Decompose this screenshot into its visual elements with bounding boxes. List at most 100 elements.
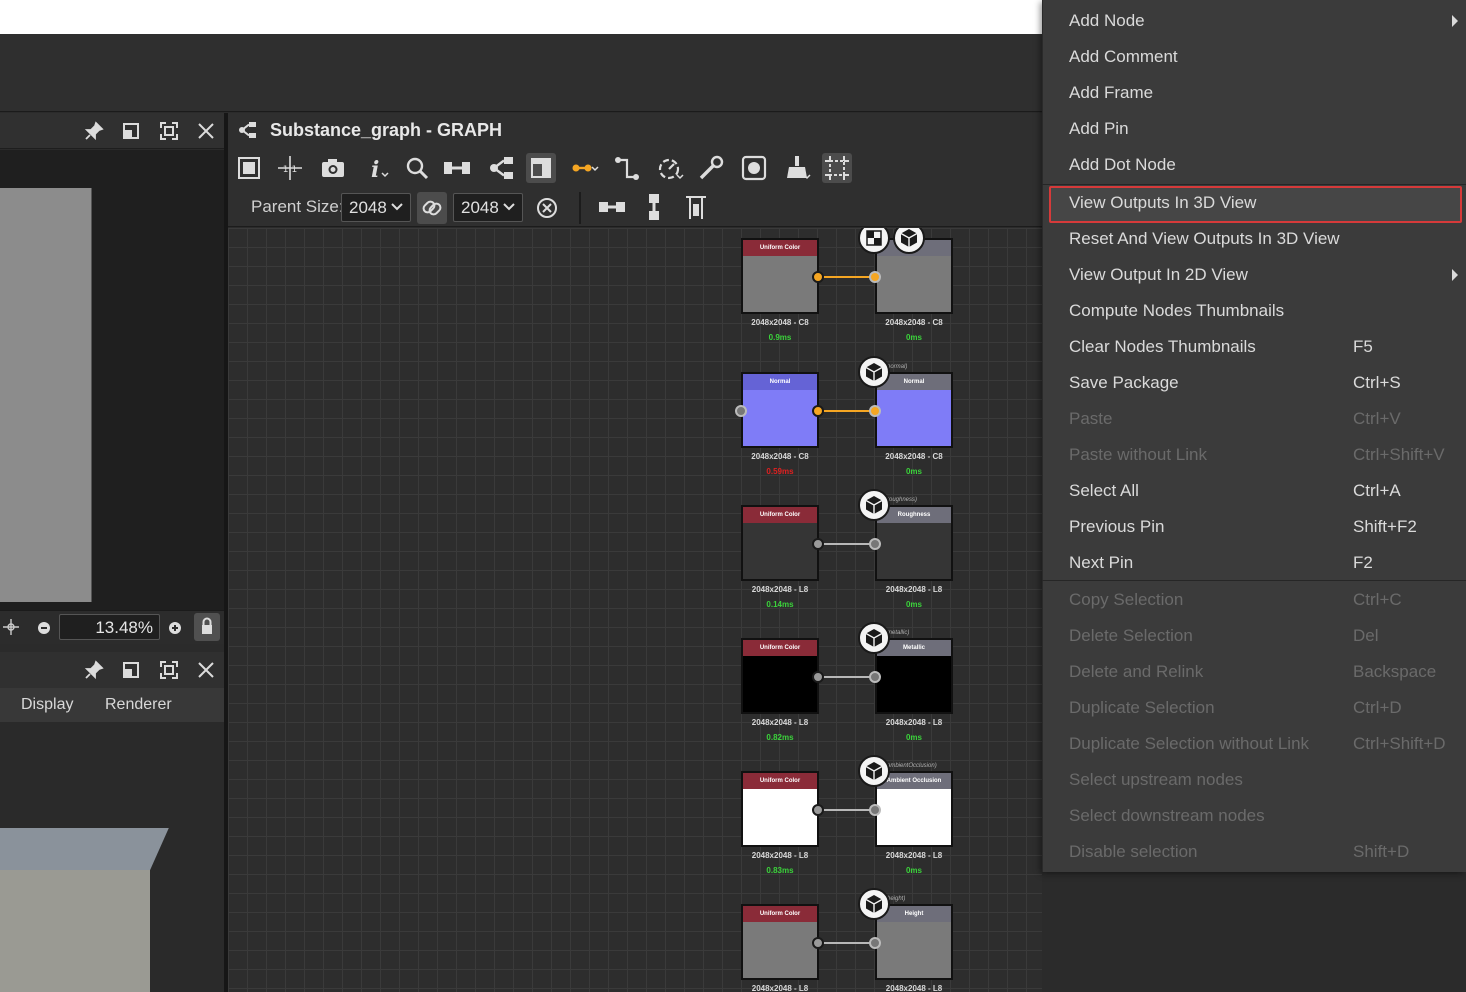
menu-shortcut: Ctrl+Shift+D xyxy=(1353,734,1446,753)
clean-icon[interactable] xyxy=(782,153,812,183)
node-left[interactable]: Normal xyxy=(741,372,819,448)
lock-button[interactable] xyxy=(194,613,220,641)
preview-3d-badge-icon[interactable] xyxy=(858,888,890,920)
maximize-icon[interactable] xyxy=(159,660,179,680)
reset-size-icon[interactable] xyxy=(532,192,562,222)
fit-icon[interactable] xyxy=(1,617,21,637)
preview-3d-badge-icon[interactable] xyxy=(858,489,890,521)
zoom-out-icon[interactable] xyxy=(34,618,54,638)
menu-item-add-comment[interactable]: Add Comment xyxy=(1069,39,1459,75)
input-pin[interactable] xyxy=(869,271,881,283)
menu-shortcut: Shift+D xyxy=(1353,842,1410,861)
menu-shortcut: Ctrl+S xyxy=(1353,373,1401,392)
menu-item-view-output-in-2d-view[interactable]: View Output In 2D View xyxy=(1069,257,1459,293)
node-time: 0ms xyxy=(905,467,922,476)
output-pin[interactable] xyxy=(812,671,824,683)
node-link xyxy=(818,276,876,278)
input-pin[interactable] xyxy=(869,937,881,949)
menu-item-clear-nodes-thumbnails[interactable]: Clear Nodes Thumbnails xyxy=(1069,329,1459,365)
maximize-icon[interactable] xyxy=(159,121,179,141)
frame-all-icon[interactable] xyxy=(234,153,264,183)
preview-3d-badge-icon[interactable] xyxy=(893,228,925,254)
node-left[interactable]: Uniform Color xyxy=(741,904,819,980)
menu-item-view-outputs-in-3d-view[interactable]: View Outputs In 3D View xyxy=(1069,185,1459,221)
menu-item-reset-and-view-outputs-in-3d-view[interactable]: Reset And View Outputs In 3D View xyxy=(1069,221,1459,257)
preview-cube-front xyxy=(0,870,150,992)
link-size-button[interactable] xyxy=(417,192,447,224)
node-left[interactable]: Uniform Color xyxy=(741,238,819,314)
frame-selection-icon[interactable] xyxy=(822,153,852,183)
svg-text:1:1: 1:1 xyxy=(283,165,297,175)
input-pin[interactable] xyxy=(869,538,881,550)
search-icon[interactable] xyxy=(402,153,432,183)
input-pin[interactable] xyxy=(869,804,881,816)
menu-item-next-pin[interactable]: Next Pin xyxy=(1069,545,1459,581)
node-thumbnail xyxy=(743,523,817,579)
menu-shortcut: Ctrl+Shift+V xyxy=(1353,445,1445,464)
align-nodes-icon[interactable] xyxy=(442,153,472,183)
menu-item-compute-nodes-thumbnails[interactable]: Compute Nodes Thumbnails xyxy=(1069,293,1459,329)
node-time: 0ms xyxy=(905,333,922,342)
node-thumbnail xyxy=(877,390,951,446)
share-graph-icon[interactable] xyxy=(486,153,516,183)
output-pin[interactable] xyxy=(812,271,824,283)
chevron-down-icon xyxy=(391,203,403,211)
output-pin[interactable] xyxy=(812,804,824,816)
float-window-icon[interactable] xyxy=(121,660,141,680)
graph-canvas[interactable]: Uniform ColorColor2048x2048 - C82048x204… xyxy=(228,228,1042,992)
menu-item-select-upstream-nodes[interactable]: Select upstream nodes xyxy=(1069,762,1459,798)
node-left[interactable]: Uniform Color xyxy=(741,771,819,847)
close-icon[interactable] xyxy=(196,121,216,141)
chevron-down-icon xyxy=(503,203,515,211)
menu-item-add-dot-node[interactable]: Add Dot Node xyxy=(1069,147,1459,183)
menu-renderer[interactable]: Renderer xyxy=(105,696,172,714)
node-resolution: 2048x2048 - L8 xyxy=(751,851,809,860)
menu-item-add-pin[interactable]: Add Pin xyxy=(1069,111,1459,147)
parent-size-dropdown[interactable]: 2048 xyxy=(341,193,411,222)
pin-icon[interactable] xyxy=(84,660,104,680)
output-size-dropdown[interactable]: 2048 xyxy=(453,193,523,222)
link-icon xyxy=(422,200,442,216)
node-title: Uniform Color xyxy=(743,240,817,256)
input-pin[interactable] xyxy=(869,671,881,683)
float-window-icon[interactable] xyxy=(121,121,141,141)
align-horizontal-icon[interactable] xyxy=(597,192,627,222)
output-pin[interactable] xyxy=(812,937,824,949)
menu-shortcut: Ctrl+A xyxy=(1353,481,1401,500)
tools-icon[interactable] xyxy=(696,153,726,183)
preview-3d-badge-icon[interactable] xyxy=(858,755,890,787)
preview-2d-icon[interactable] xyxy=(739,153,769,183)
menu-item-select-downstream-nodes[interactable]: Select downstream nodes xyxy=(1069,798,1459,834)
preview-3d-badge-icon[interactable] xyxy=(858,356,890,388)
node-time: 0ms xyxy=(905,733,922,742)
info-icon[interactable]: i xyxy=(362,153,392,183)
node-thumbnail xyxy=(877,523,951,579)
input-pin[interactable] xyxy=(869,405,881,417)
preview-2d-badge-icon[interactable] xyxy=(858,228,890,254)
pin-icon[interactable] xyxy=(84,121,104,141)
node-time: 0ms xyxy=(905,866,922,875)
zoom-input[interactable]: 13.48% xyxy=(59,614,160,640)
output-pin[interactable] xyxy=(812,405,824,417)
link-style-icon[interactable] xyxy=(570,153,600,183)
link-angle-icon[interactable] xyxy=(612,153,642,183)
input-pin[interactable] xyxy=(735,405,747,417)
timing-icon[interactable] xyxy=(655,153,685,183)
node-thumbnail-icon[interactable] xyxy=(526,153,556,183)
zoom-in-icon[interactable] xyxy=(165,618,185,638)
align-vertical-icon[interactable] xyxy=(639,192,669,222)
node-time: 0.82ms xyxy=(766,733,794,742)
output-pin[interactable] xyxy=(812,538,824,550)
menu-item-add-node[interactable]: Add Node xyxy=(1069,3,1459,39)
distribute-icon[interactable] xyxy=(681,192,711,222)
node-left[interactable]: Uniform Color xyxy=(741,638,819,714)
toolbar-separator xyxy=(579,192,581,224)
actual-size-icon[interactable]: 1:1 xyxy=(275,153,305,183)
close-icon[interactable] xyxy=(196,660,216,680)
preview-3d-badge-icon[interactable] xyxy=(858,622,890,654)
menu-display[interactable]: Display xyxy=(21,696,73,714)
camera-icon[interactable] xyxy=(318,153,348,183)
menu-item-add-frame[interactable]: Add Frame xyxy=(1069,75,1459,111)
node-left[interactable]: Uniform Color xyxy=(741,505,819,581)
menu-item-delete-selection[interactable]: Delete Selection xyxy=(1069,618,1459,654)
